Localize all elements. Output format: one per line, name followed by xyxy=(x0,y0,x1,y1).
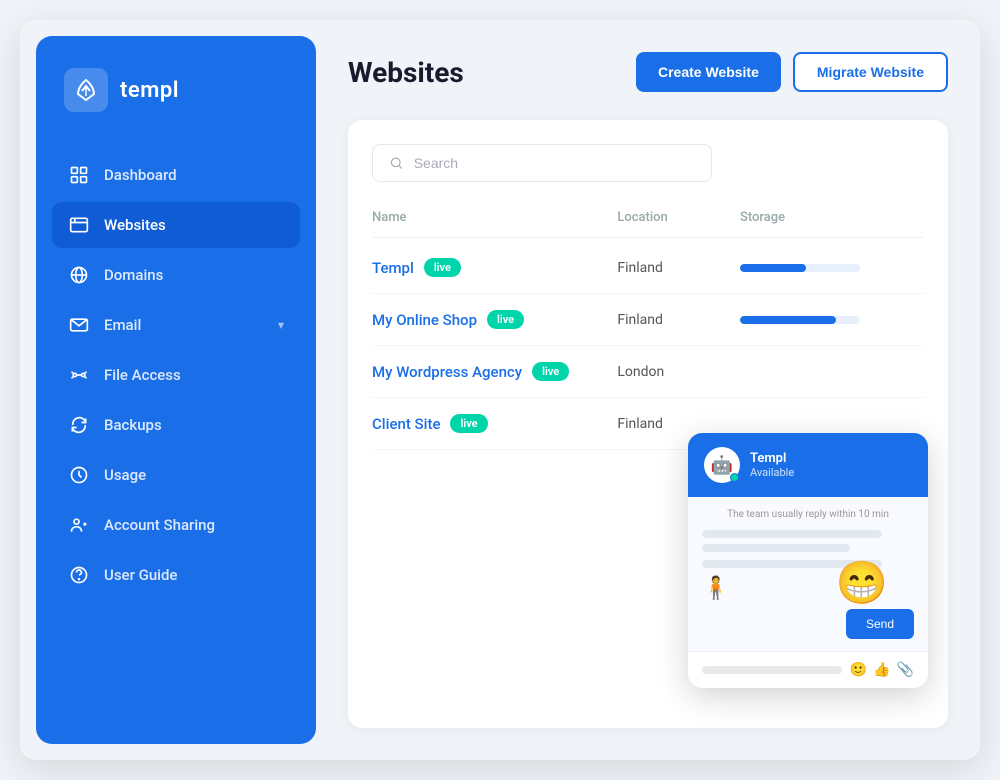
site-name-agency[interactable]: My Wordpress Agency live xyxy=(372,362,617,381)
chat-emoji-floating: 😁 xyxy=(836,559,888,608)
storage-bar-fill xyxy=(740,264,806,272)
dashboard-label: Dashboard xyxy=(104,166,177,184)
nav-list: Dashboard Websites xyxy=(52,152,300,598)
logo-icon xyxy=(64,68,108,112)
backups-icon xyxy=(68,414,90,436)
file-access-label: File Access xyxy=(104,366,181,384)
chat-widget: 🤖 Templ Available The team usually reply… xyxy=(688,433,928,688)
page-header: Websites Create Website Migrate Website xyxy=(348,52,948,92)
domains-label: Domains xyxy=(104,266,163,284)
create-website-button[interactable]: Create Website xyxy=(636,52,781,92)
thumbs-icon[interactable]: 👍 xyxy=(873,662,890,678)
site-name-shop[interactable]: My Online Shop live xyxy=(372,310,617,329)
site-name-client[interactable]: Client Site live xyxy=(372,414,617,433)
chat-msg-line2 xyxy=(702,544,850,552)
search-icon xyxy=(389,155,404,171)
content-card: Name Location Storage Templ live Finland xyxy=(348,120,948,728)
table-row: Templ live Finland xyxy=(372,242,924,294)
attach-icon[interactable]: 📎 xyxy=(897,662,914,678)
chat-body: The team usually reply within 10 min 🧍 S… xyxy=(688,497,928,651)
location-shop: Finland xyxy=(617,312,740,328)
chat-footer-icons: 🙂 👍 📎 xyxy=(850,662,914,678)
file-access-icon xyxy=(68,364,90,386)
location-client: Finland xyxy=(617,416,740,432)
table-row: My Online Shop live Finland xyxy=(372,294,924,346)
site-name-templ[interactable]: Templ live xyxy=(372,258,617,277)
usage-label: Usage xyxy=(104,466,146,484)
account-sharing-icon xyxy=(68,514,90,536)
header-actions: Create Website Migrate Website xyxy=(636,52,948,92)
email-icon xyxy=(68,314,90,336)
search-bar[interactable] xyxy=(372,144,712,182)
app-name: templ xyxy=(120,78,179,103)
websites-icon xyxy=(68,214,90,236)
sidebar-item-domains[interactable]: Domains xyxy=(52,252,300,298)
storage-templ xyxy=(740,264,924,272)
backups-label: Backups xyxy=(104,416,162,434)
sidebar: templ Dashboard xyxy=(36,36,316,744)
chat-input-area xyxy=(702,666,842,674)
emoji-icon[interactable]: 🙂 xyxy=(850,662,867,678)
user-guide-label: User Guide xyxy=(104,566,177,584)
live-badge-templ: live xyxy=(424,258,461,277)
col-location: Location xyxy=(617,210,740,225)
live-badge-shop: live xyxy=(487,310,524,329)
storage-bar-bg xyxy=(740,316,860,324)
sidebar-item-usage[interactable]: Usage xyxy=(52,452,300,498)
account-sharing-label: Account Sharing xyxy=(104,516,215,534)
table-row: My Wordpress Agency live London xyxy=(372,346,924,398)
chat-agent-status: Available xyxy=(750,466,794,479)
chat-reply-time: The team usually reply within 10 min xyxy=(702,509,914,520)
websites-table: Name Location Storage Templ live Finland xyxy=(372,210,924,450)
main-content: Websites Create Website Migrate Website … xyxy=(332,20,980,760)
sidebar-item-file-access[interactable]: File Access xyxy=(52,352,300,398)
user-guide-icon xyxy=(68,564,90,586)
dashboard-icon xyxy=(68,164,90,186)
chat-agent-name: Templ xyxy=(750,451,794,466)
chat-avatar: 🤖 xyxy=(704,447,740,483)
table-header: Name Location Storage xyxy=(372,210,924,238)
chat-header: 🤖 Templ Available xyxy=(688,433,928,497)
email-chevron-icon: ▾ xyxy=(278,318,284,332)
domains-icon xyxy=(68,264,90,286)
location-agency: London xyxy=(617,364,740,380)
chat-footer: 🙂 👍 📎 xyxy=(688,651,928,688)
live-badge-client: live xyxy=(450,414,487,433)
logo-area: templ xyxy=(52,68,300,112)
app-container: templ Dashboard xyxy=(20,20,980,760)
col-storage: Storage xyxy=(740,210,924,225)
migrate-website-button[interactable]: Migrate Website xyxy=(793,52,948,92)
col-name: Name xyxy=(372,210,617,225)
email-label: Email xyxy=(104,316,141,334)
location-templ: Finland xyxy=(617,260,740,276)
chat-header-info: Templ Available xyxy=(750,451,794,479)
storage-bar-bg xyxy=(740,264,860,272)
sidebar-item-dashboard[interactable]: Dashboard xyxy=(52,152,300,198)
page-title: Websites xyxy=(348,56,464,89)
sidebar-item-backups[interactable]: Backups xyxy=(52,402,300,448)
chat-online-dot xyxy=(730,473,739,482)
storage-bar-fill xyxy=(740,316,836,324)
live-badge-agency: live xyxy=(532,362,569,381)
chat-send-button[interactable]: Send xyxy=(846,609,914,639)
usage-icon xyxy=(68,464,90,486)
sidebar-item-account-sharing[interactable]: Account Sharing xyxy=(52,502,300,548)
sidebar-item-email[interactable]: Email ▾ xyxy=(52,302,300,348)
search-input[interactable] xyxy=(414,155,695,171)
chat-msg-line1 xyxy=(702,530,882,538)
sidebar-item-websites[interactable]: Websites xyxy=(52,202,300,248)
storage-shop xyxy=(740,316,924,324)
sidebar-item-user-guide[interactable]: User Guide xyxy=(52,552,300,598)
websites-label: Websites xyxy=(104,216,166,234)
